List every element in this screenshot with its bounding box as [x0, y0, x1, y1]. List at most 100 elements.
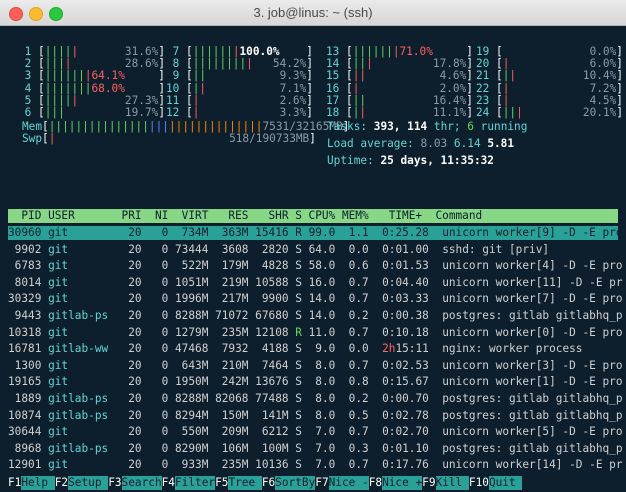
- cpu-percent: 20.1%: [582, 106, 617, 119]
- pid: 16781: [8, 342, 49, 356]
- pid: 30329: [8, 292, 49, 306]
- cpu-bar-pad: [366, 94, 433, 107]
- bracket-open: [: [38, 106, 45, 119]
- uptime-label: Uptime:: [327, 154, 381, 167]
- fkey-label-f6[interactable]: SortBy: [275, 476, 316, 490]
- bracket-close: ]: [466, 93, 473, 107]
- fkey-label-f7[interactable]: Nice -: [328, 476, 369, 490]
- process-row[interactable]: 9443 gitlab-ps 20 0 8288M 71072 67680 S …: [8, 309, 623, 323]
- cpu-percent: 17.8%: [432, 57, 467, 71]
- bracket-open: [: [346, 81, 353, 95]
- fkey-label-f10[interactable]: Quit: [488, 476, 523, 490]
- mem-percent: 0.7: [342, 425, 376, 439]
- cpu-bar-pad: [71, 57, 124, 70]
- fkey-label-f2[interactable]: Setup: [68, 476, 109, 490]
- cpu-bar-segment: 100.0%: [239, 45, 280, 58]
- time: 0:03.33: [375, 292, 443, 306]
- process-row-text: 8014 git 20 0 1051M 219M 10588 S 16.0 0.…: [8, 277, 623, 288]
- priority: 20: [128, 441, 162, 455]
- command: postgres: gitlab gitlabhq_p: [442, 408, 623, 422]
- fkey-f8[interactable]: F8: [369, 476, 382, 490]
- command: sshd: git [priv]: [442, 242, 550, 256]
- fkey-label-f8[interactable]: Nice +: [382, 476, 423, 490]
- pid: 9443: [8, 309, 49, 322]
- fkey-f2[interactable]: F2: [55, 476, 68, 490]
- fkey-label-f3[interactable]: Search: [121, 476, 162, 490]
- fkey-label-f4[interactable]: Filter: [175, 476, 216, 490]
- cpu-percent: 2.6%: [279, 93, 307, 107]
- cpu-bar-pad: [366, 106, 433, 119]
- process-row[interactable]: 12901 git 20 0 933M 235M 10136 S 7.0 0.7…: [8, 458, 623, 472]
- fkey-f6[interactable]: F6: [262, 476, 275, 490]
- cpu-number: 6: [18, 106, 39, 119]
- fkey-f10[interactable]: F10: [469, 476, 489, 490]
- process-row[interactable]: 9902 git 20 0 73444 3608 2820 S 64.0 0.0…: [8, 243, 618, 257]
- mem-percent: 0.8: [342, 375, 376, 389]
- swp-label: Swp: [22, 132, 43, 145]
- pid: 10874: [8, 408, 49, 422]
- bracket-open: [: [186, 93, 193, 107]
- state: R: [295, 325, 309, 339]
- cpu-number: 10: [166, 81, 187, 95]
- user: git: [48, 325, 129, 339]
- priority: 20: [128, 242, 162, 256]
- process-row[interactable]: 10318 git 20 0 1279M 235M 12108 R 11.0 0…: [8, 325, 623, 340]
- state: S: [295, 375, 309, 389]
- bracket-close: ]: [306, 57, 313, 71]
- priority: 20: [128, 458, 162, 472]
- cpu-bar-segment: ||: [352, 93, 367, 107]
- mem-percent: 1.1: [342, 226, 376, 239]
- res: 219M: [215, 275, 256, 289]
- bracket-close: ]: [306, 106, 313, 119]
- priority: 20: [128, 342, 162, 356]
- window-title: 3. job@linus: ~ (ssh): [253, 5, 373, 20]
- process-row[interactable]: 1889 gitlab-ps 20 0 8288M 82068 77488 S …: [8, 392, 623, 406]
- pid: 12901: [8, 458, 49, 472]
- fkey-f9[interactable]: F9: [422, 476, 435, 490]
- cpu-bar-segment: |: [516, 106, 523, 119]
- virt: 1279M: [175, 325, 216, 339]
- swp-bar-pad: [55, 132, 229, 145]
- process-row[interactable]: 6783 git 20 0 522M 179M 4828 S 58.0 0.6 …: [8, 259, 623, 273]
- virt: 1996M: [175, 292, 216, 306]
- process-row[interactable]: 10874 gitlab-ps 20 0 8294M 150M 141M S 8…: [8, 408, 623, 423]
- cpu-percent: 8.0: [308, 358, 342, 372]
- cpu-number: 3: [18, 69, 39, 83]
- shr: 9900: [255, 292, 296, 306]
- tasks-line: Tasks: 393, 114 thr; 6 running: [327, 121, 527, 132]
- cpu-meter-12: 12 [| 3.3%]: [166, 107, 313, 118]
- time: 0:10.18: [375, 325, 443, 339]
- column-header[interactable]: PID USER PRI NI VIRT RES SHR S CPU% MEM%…: [8, 209, 618, 223]
- swp-meter: Swp[| 518/190733MB]: [22, 133, 316, 144]
- process-row[interactable]: 8968 gitlab-ps 20 0 8290M 106M 100M S 7.…: [8, 441, 623, 456]
- fkey-label-f1[interactable]: Help: [21, 476, 55, 490]
- process-row[interactable]: 30329 git 20 0 1996M 217M 9900 S 14.0 0.…: [8, 292, 623, 306]
- process-row[interactable]: 19165 git 20 0 1950M 242M 13676 S 8.0 0.…: [8, 375, 623, 389]
- process-row[interactable]: 16781 gitlab-ww 20 0 47468 7932 4188 S 9…: [8, 342, 618, 356]
- fkey-f5[interactable]: F5: [215, 476, 228, 490]
- cpu-bar-segment: ||||: [44, 45, 72, 58]
- fkey-label-f9[interactable]: Kill: [435, 476, 469, 490]
- cpu-number: 1: [18, 45, 39, 58]
- fkey-f1[interactable]: F1: [8, 476, 21, 490]
- bracket-open: [: [496, 106, 503, 119]
- fkey-label-f5[interactable]: Tree: [228, 476, 262, 490]
- cpu-percent: 4.5%: [589, 93, 617, 107]
- time: 0:02.78: [375, 408, 443, 422]
- process-row[interactable]: 1300 git 20 0 643M 210M 7464 S 8.0 0.7 0…: [8, 358, 623, 373]
- cpu-meter-19: 19 [ 0.0%]: [476, 46, 623, 57]
- process-row[interactable]: 30644 git 20 0 550M 209M 6212 S 7.0 0.7 …: [8, 425, 623, 439]
- cpu-number: 8: [166, 57, 187, 71]
- bracket-close: ]: [306, 69, 313, 83]
- bracket-open: [: [38, 81, 45, 95]
- fkey-f7[interactable]: F7: [315, 476, 328, 490]
- virt: 8294M: [175, 408, 216, 422]
- state: S: [295, 242, 309, 256]
- user: git: [48, 275, 129, 289]
- fkey-f3[interactable]: F3: [108, 476, 121, 490]
- process-row[interactable]: 8014 git 20 0 1051M 219M 10588 S 16.0 0.…: [8, 276, 623, 290]
- nice: 0: [161, 358, 175, 372]
- process-row-selected[interactable]: 30960 git 20 0 734M 363M 15416 R 99.0 1.…: [8, 226, 623, 240]
- cpu-percent: 64.0: [308, 242, 342, 256]
- fkey-f4[interactable]: F4: [162, 476, 175, 490]
